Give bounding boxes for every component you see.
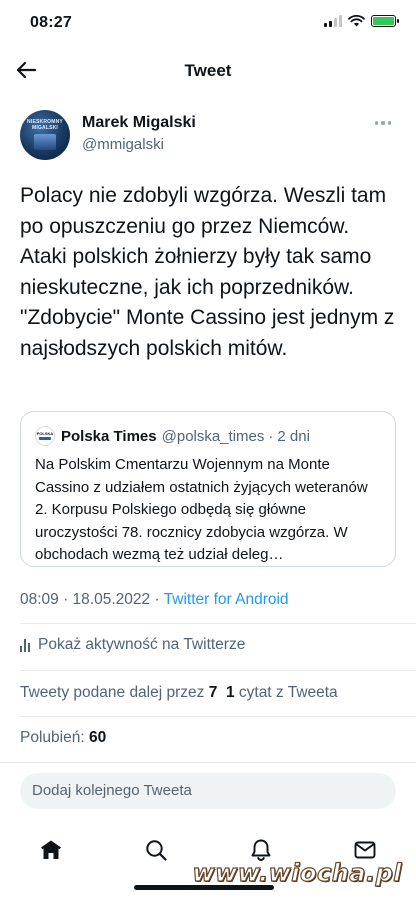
- retweet-quote-stats[interactable]: Tweety podane dalej przez 7 1 cytat z Tw…: [20, 684, 338, 702]
- quotes-count: 1: [225, 684, 235, 701]
- status-icons: [324, 15, 399, 27]
- battery-icon: [371, 15, 399, 27]
- author-name[interactable]: Marek Migalski: [82, 114, 196, 132]
- avatar[interactable]: NIESKROMNY MIGALSKI: [20, 110, 70, 160]
- polska-times-logo-icon: POLSKA: [35, 426, 55, 446]
- quoted-tweet-text: Na Polskim Cmentarzu Wojennym na Monte C…: [35, 456, 368, 563]
- tweet-meta: 08:09 · 18.05.2022 · Twitter for Android: [20, 591, 289, 609]
- likes-label: Polubień:: [20, 729, 89, 746]
- author-handle[interactable]: @mmigalski: [82, 136, 164, 153]
- quoted-author-name: Polska Times: [61, 427, 157, 445]
- analytics-label: Pokaż aktywność na Twitterze: [38, 636, 246, 653]
- header: Tweet: [0, 46, 416, 96]
- likes-stats[interactable]: Polubień: 60: [20, 729, 106, 747]
- tab-home[interactable]: [31, 828, 71, 872]
- separator-dot: ·: [268, 427, 274, 445]
- divider: [20, 623, 416, 624]
- status-time: 08:27: [30, 14, 72, 31]
- quoted-tweet[interactable]: POLSKA Polska Times @polska_times · 2 dn…: [20, 411, 396, 567]
- page-title: Tweet: [184, 61, 232, 80]
- wifi-icon: [348, 15, 365, 27]
- retweets-label: Tweety podane dalej przez: [20, 684, 209, 701]
- retweets-count: 7: [208, 684, 218, 701]
- avatar-caption: NIESKROMNY MIGALSKI: [27, 119, 63, 131]
- divider: [0, 762, 416, 763]
- search-icon: [146, 840, 167, 861]
- quoted-tweet-header: POLSKA Polska Times @polska_times · 2 dn…: [35, 426, 385, 446]
- status-bar: 08:27: [0, 0, 416, 46]
- divider: [20, 716, 416, 717]
- reply-input[interactable]: Dodaj kolejnego Tweeta: [20, 773, 396, 809]
- tweet-author: NIESKROMNY MIGALSKI Marek Migalski @mmig…: [20, 110, 396, 166]
- tweet-text: Polacy nie zdobyli wzgórza. Weszli tam p…: [20, 184, 395, 360]
- quoted-author-handle: @polska_times: [161, 427, 265, 445]
- tweet-timestamp: 08:09 · 18.05.2022 ·: [20, 591, 164, 608]
- tweet-source-link[interactable]: Twitter for Android: [164, 591, 289, 608]
- quotes-label: cytat z Tweeta: [234, 684, 338, 701]
- reply-placeholder: Dodaj kolejnego Tweeta: [32, 782, 192, 799]
- more-dots-icon: [374, 121, 379, 125]
- quoted-tweet-time: 2 dni: [277, 427, 310, 445]
- cellular-signal-icon: [324, 15, 342, 27]
- analytics-icon: [20, 638, 30, 652]
- divider: [20, 670, 416, 671]
- more-options-button[interactable]: [370, 116, 396, 130]
- watermark: www.wiocha.pl: [192, 858, 402, 887]
- home-icon: [41, 840, 61, 859]
- view-analytics-button[interactable]: Pokaż aktywność na Twitterze: [20, 636, 245, 654]
- likes-count: 60: [88, 729, 107, 746]
- tab-search[interactable]: [136, 828, 176, 872]
